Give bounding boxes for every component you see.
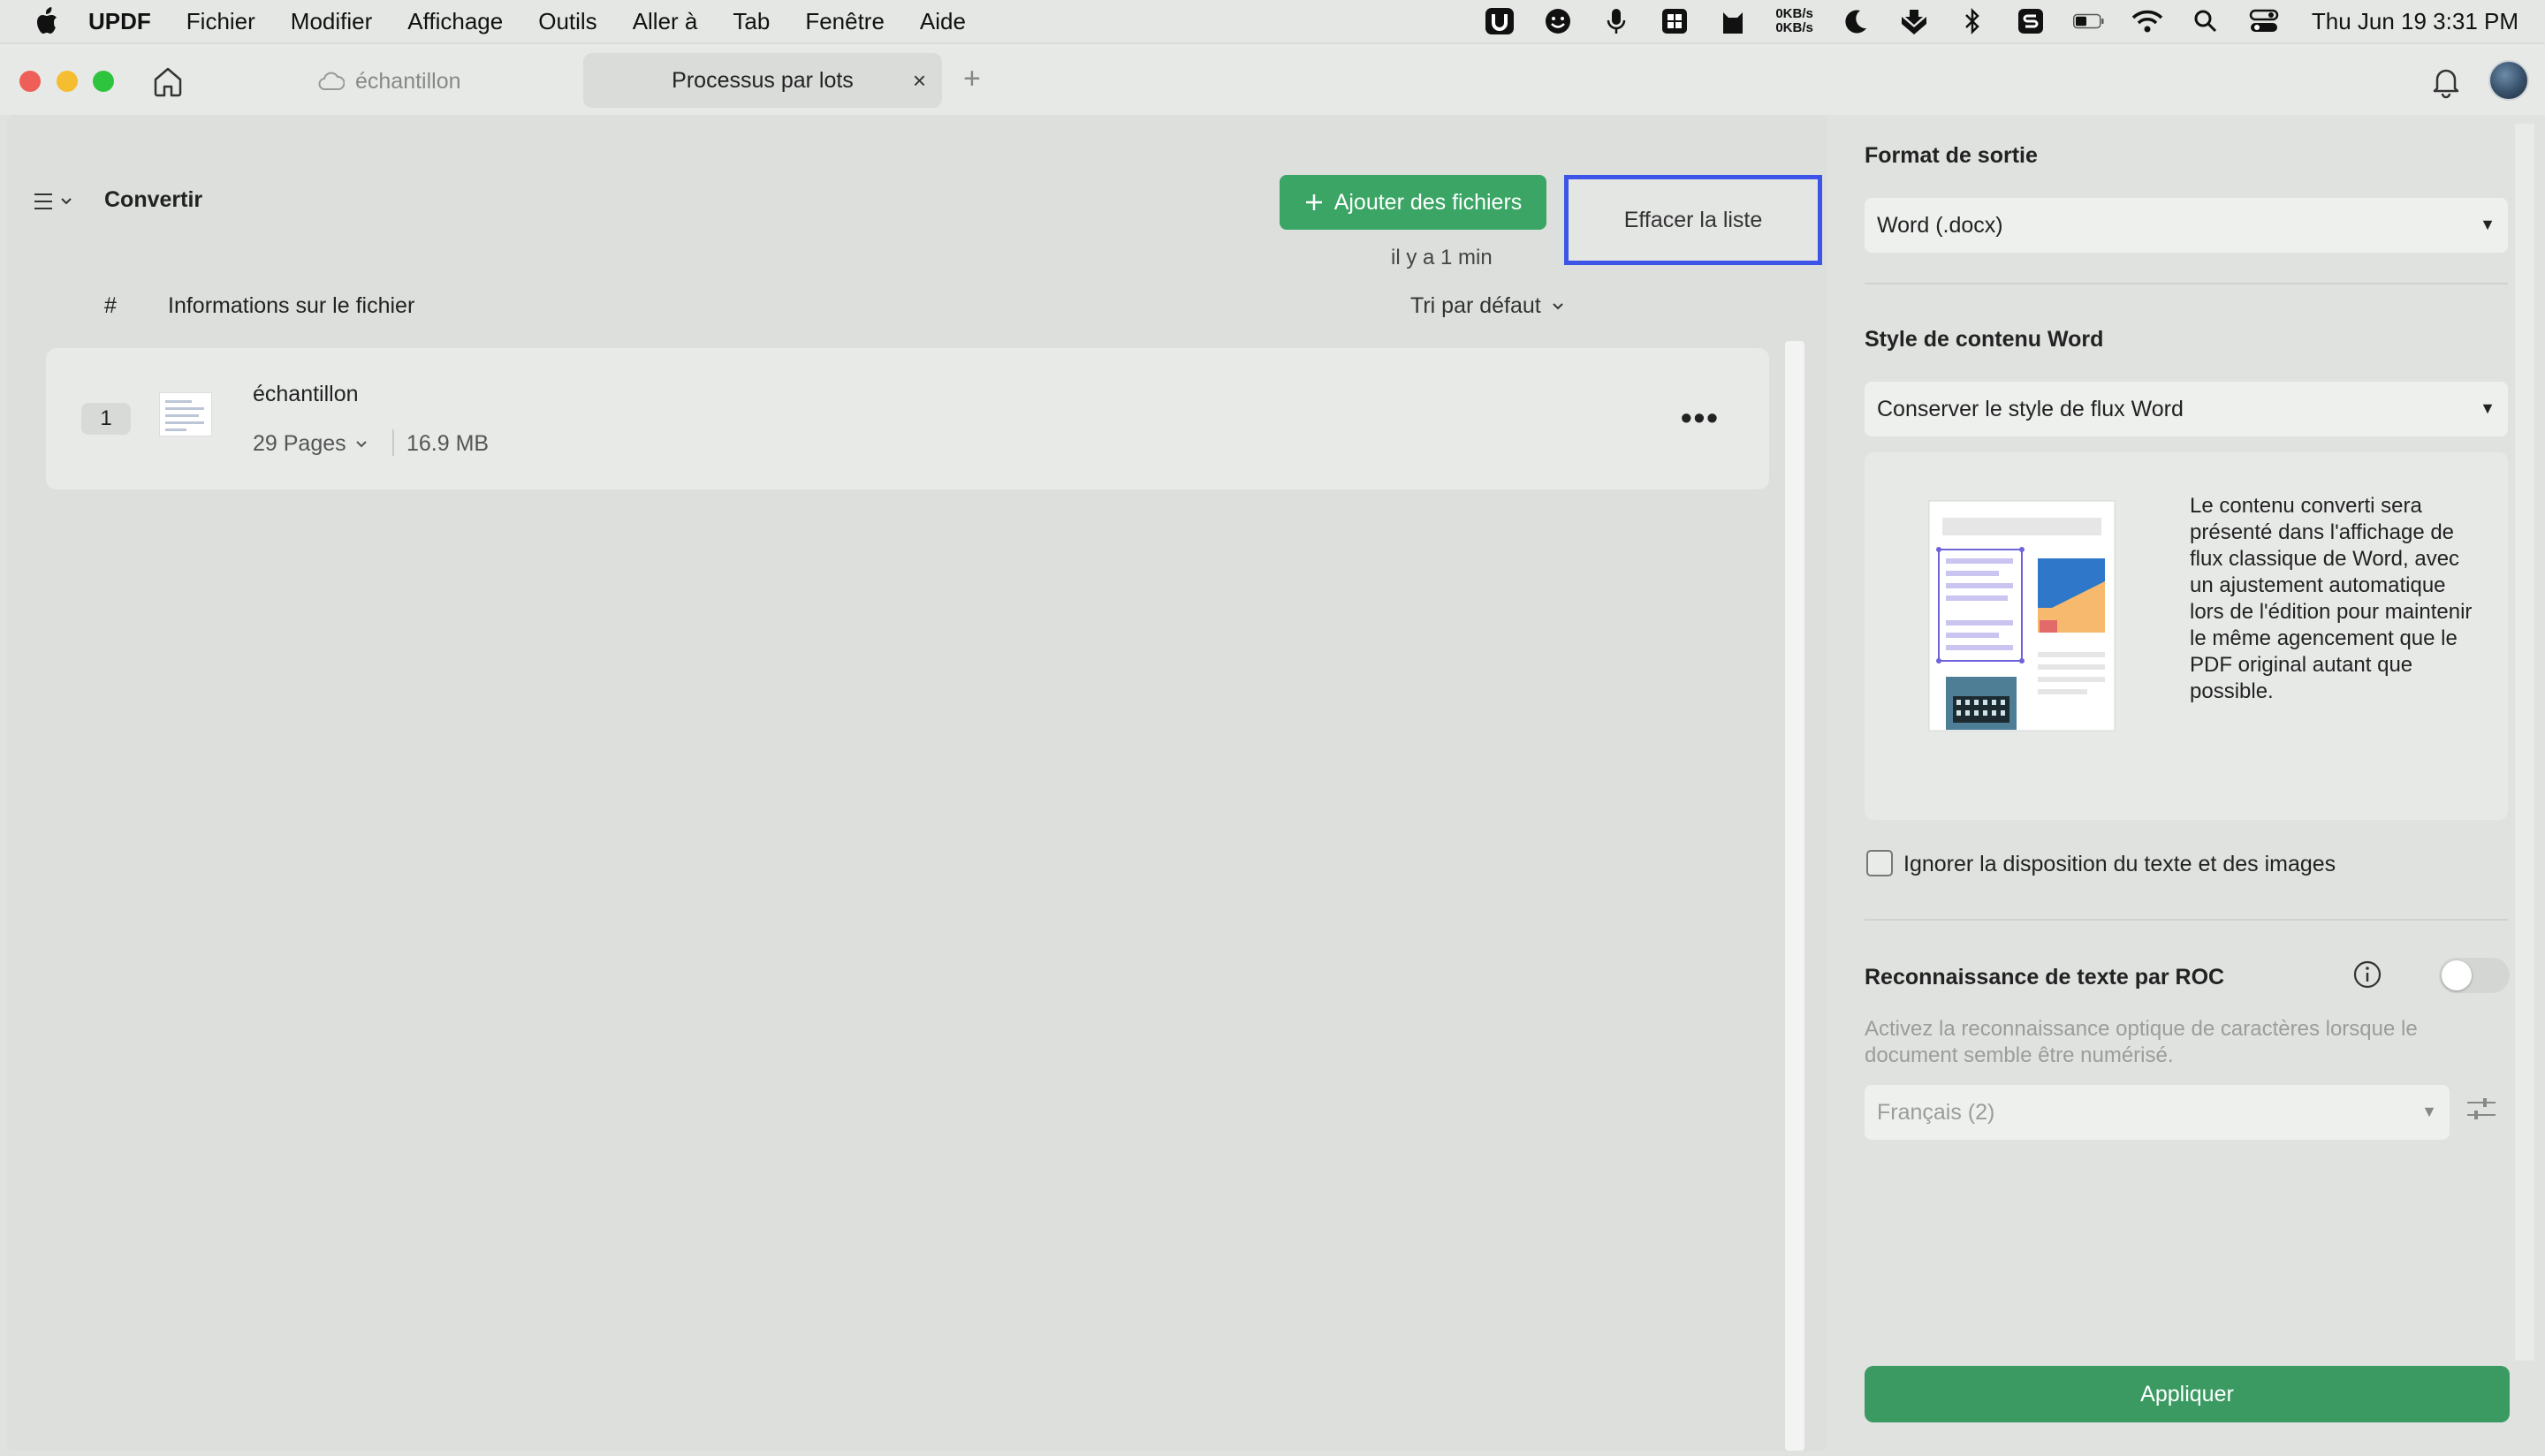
column-header-index: # <box>104 293 117 318</box>
word-style-select[interactable]: Conserver le style de flux Word ▼ <box>1865 382 2508 436</box>
menu-aide[interactable]: Aide <box>920 8 966 35</box>
info-icon[interactable] <box>2352 959 2382 990</box>
ocr-label: Reconnaissance de texte par ROC <box>1865 965 2225 990</box>
chevron-down-icon <box>61 198 72 205</box>
network-download-speed: 0KB/s <box>1775 20 1813 35</box>
tab-processus-par-lots[interactable]: Processus par lots × <box>583 53 942 108</box>
ocr-language-value: Français (2) <box>1877 1099 1995 1125</box>
ocr-description: Activez la reconnaissance optique de car… <box>1865 1017 2418 1067</box>
new-tab-icon[interactable]: + <box>963 62 981 96</box>
menu-fenetre[interactable]: Fenêtre <box>805 8 885 35</box>
tab-echantillon[interactable]: échantillon <box>318 65 461 97</box>
chevron-down-icon <box>355 440 367 447</box>
microphone-icon[interactable] <box>1600 7 1632 35</box>
network-upload-speed: 0KB/s <box>1775 6 1813 21</box>
window-close-button[interactable] <box>19 71 41 92</box>
page-title: Convertir <box>104 187 203 212</box>
menu-app-name[interactable]: UPDF <box>88 8 151 35</box>
window-minimize-button[interactable] <box>57 71 78 92</box>
search-icon[interactable] <box>2190 7 2222 35</box>
cat-icon[interactable] <box>1717 7 1749 35</box>
sidebar-menu-toggle[interactable] <box>34 186 87 217</box>
sort-label: Tri par défaut <box>1410 293 1541 318</box>
window-titlebar: échantillon Processus par lots × + <box>0 44 2545 115</box>
file-thumbnail <box>159 392 212 436</box>
ignore-layout-label[interactable]: Ignorer la disposition du texte et des i… <box>1903 852 2336 877</box>
menu-bar-tray: 0KB/s 0KB/s Thu Jun 19 3:31 PM <box>1484 0 2518 42</box>
bluetooth-icon[interactable] <box>1956 7 1988 35</box>
home-icon[interactable] <box>150 64 186 99</box>
file-meta-divider <box>392 429 394 456</box>
control-center-icon[interactable] <box>2248 7 2280 35</box>
file-list-scrollbar[interactable] <box>1785 341 1804 1451</box>
wifi-icon[interactable] <box>2131 7 2163 35</box>
menu-aller-a[interactable]: Aller à <box>633 8 698 35</box>
dropdown-arrow-icon: ▼ <box>2480 399 2496 417</box>
more-options-icon[interactable]: ••• <box>1681 399 1720 436</box>
user-avatar[interactable] <box>2488 60 2529 101</box>
word-style-label: Style de contenu Word <box>1865 327 2104 352</box>
output-format-value: Word (.docx) <box>1877 212 2003 238</box>
word-style-description: Le contenu converti sera présenté dans l… <box>2190 494 2473 703</box>
notification-bell-icon[interactable] <box>2428 64 2464 99</box>
ocr-toggle[interactable] <box>2439 958 2510 993</box>
dropdown-arrow-icon: ▼ <box>2421 1103 2437 1120</box>
updf-tray-icon[interactable] <box>1484 7 1516 35</box>
output-format-label: Format de sortie <box>1865 143 2038 168</box>
file-added-time: il y a 1 min <box>1391 246 1493 269</box>
file-pages-dropdown[interactable]: 29 Pages <box>253 431 368 457</box>
file-row[interactable]: 1 échantillon 29 Pages 16.9 MB ••• <box>46 348 1769 489</box>
menu-modifier[interactable]: Modifier <box>291 8 372 35</box>
file-pages-label: 29 Pages <box>253 431 346 456</box>
menu-fichier[interactable]: Fichier <box>186 8 255 35</box>
battery-icon[interactable] <box>2072 7 2105 35</box>
add-files-button[interactable]: Ajouter des fichiers <box>1280 175 1546 230</box>
window-zoom-button[interactable] <box>93 71 114 92</box>
grid-app-icon[interactable] <box>1659 7 1690 35</box>
file-name: échantillon <box>253 382 359 406</box>
clear-list-label: Effacer la liste <box>1623 207 1763 232</box>
section-divider <box>1865 919 2508 921</box>
file-size: 16.9 MB <box>406 431 490 456</box>
tab-echantillon-label: échantillon <box>355 68 461 94</box>
apply-label: Appliquer <box>2140 1381 2234 1407</box>
menu-outils[interactable]: Outils <box>538 8 596 35</box>
download-tray-icon[interactable] <box>1898 7 1930 35</box>
apple-logo-icon[interactable] <box>34 7 58 35</box>
column-header-file-info: Informations sur le fichier <box>168 293 415 318</box>
tab-processus-label: Processus par lots <box>672 67 854 93</box>
ocr-language-select[interactable]: Français (2) ▼ <box>1865 1085 2450 1140</box>
dropdown-arrow-icon: ▼ <box>2480 216 2496 233</box>
document-preview-illustration <box>1928 500 2116 732</box>
clear-list-button[interactable]: Effacer la liste <box>1564 175 1822 265</box>
tab-close-icon[interactable]: × <box>913 67 926 95</box>
emoji-icon[interactable] <box>1542 7 1574 35</box>
batch-file-panel: Convertir Ajouter des fichiers Effacer l… <box>7 115 1827 1451</box>
file-row-index: 1 <box>81 403 131 435</box>
chevron-down-icon <box>1553 302 1563 309</box>
clock[interactable]: Thu Jun 19 3:31 PM <box>2312 8 2518 35</box>
s-app-icon[interactable] <box>2015 7 2047 35</box>
apply-button[interactable]: Appliquer <box>1865 1366 2510 1422</box>
menu-tab[interactable]: Tab <box>733 8 770 35</box>
settings-scrollbar[interactable] <box>2515 124 2534 1361</box>
moon-icon[interactable] <box>1840 7 1872 35</box>
app-window: échantillon Processus par lots × + Conve… <box>0 44 2545 1456</box>
word-style-value: Conserver le style de flux Word <box>1877 396 2184 421</box>
output-format-select[interactable]: Word (.docx) ▼ <box>1865 198 2508 253</box>
section-divider <box>1865 283 2508 284</box>
menu-affichage[interactable]: Affichage <box>407 8 503 35</box>
sort-dropdown[interactable]: Tri par défaut <box>1410 293 1564 319</box>
network-speed: 0KB/s 0KB/s <box>1775 7 1813 35</box>
hamburger-menu-icon <box>34 193 52 209</box>
plus-icon <box>1305 194 1322 210</box>
add-files-label: Ajouter des fichiers <box>1333 189 1523 215</box>
sliders-settings-icon[interactable] <box>2465 1092 2497 1127</box>
ignore-layout-checkbox[interactable] <box>1866 850 1893 876</box>
cloud-icon <box>318 72 345 90</box>
macos-menu-bar: UPDF Fichier Modifier Affichage Outils A… <box>0 0 2545 42</box>
ocr-toggle-knob <box>2442 960 2472 990</box>
